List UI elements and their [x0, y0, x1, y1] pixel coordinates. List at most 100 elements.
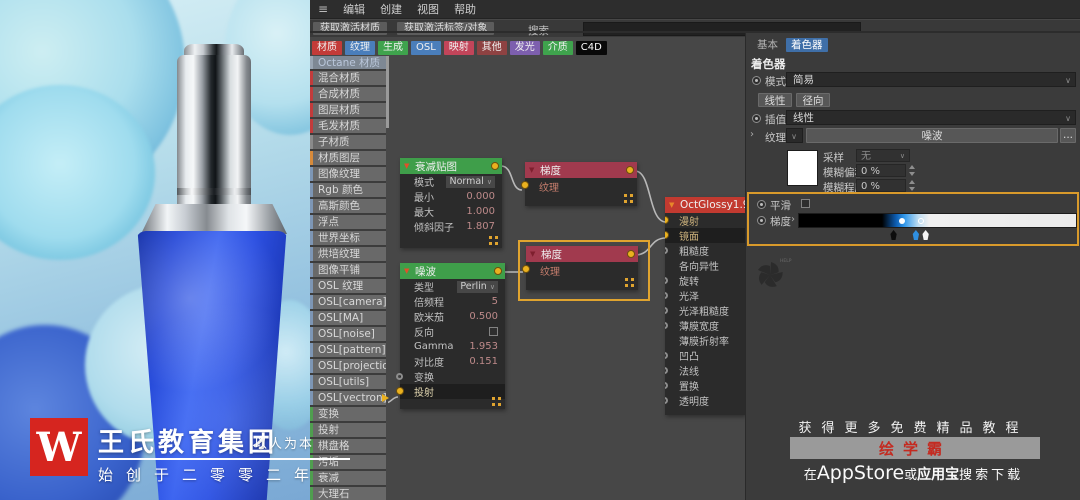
param-value[interactable]: 0.500 — [469, 311, 498, 322]
menu-help[interactable]: 帮助 — [454, 1, 476, 17]
menu-create[interactable]: 创建 — [380, 1, 402, 17]
list-item[interactable]: OSL[noise] — [310, 327, 386, 341]
texture-mini-dropdown[interactable]: ∨ — [786, 128, 803, 143]
smooth-radio[interactable] — [757, 200, 766, 209]
node-gradient-2[interactable]: ▼ 梯度 纹理 — [522, 246, 638, 290]
param-value[interactable]: 0.000 — [466, 191, 495, 202]
list-item[interactable]: OSL[MA] — [310, 311, 386, 325]
list-item[interactable]: 大理石 — [310, 487, 386, 500]
input-port[interactable] — [665, 216, 669, 224]
node-octglossy[interactable]: ▼ OctGlossy1.9 漫射 镜面 粗糙度 各向异性 旋转 光泽 光泽粗糙… — [665, 197, 745, 415]
collapse-triangle-icon[interactable]: ▼ — [530, 250, 535, 258]
list-item[interactable]: OSL 纹理 — [310, 279, 386, 293]
blur-offset-field[interactable]: 0 % — [856, 164, 906, 177]
expand-chevron-icon[interactable]: › — [750, 129, 754, 140]
expand-icon[interactable] — [624, 194, 633, 203]
node-gradient-1[interactable]: ▼ 梯度 纹理 — [521, 162, 637, 206]
mode-radio[interactable] — [752, 76, 761, 85]
collapse-triangle-icon[interactable]: ▼ — [404, 162, 409, 170]
input-port[interactable] — [396, 387, 404, 395]
input-port[interactable] — [665, 231, 669, 239]
list-item[interactable]: 图层材质 — [310, 103, 386, 117]
tab-other[interactable]: 其他 — [476, 41, 507, 55]
invert-checkbox[interactable] — [489, 327, 498, 336]
gradient-chevron-icon[interactable]: › — [791, 214, 795, 225]
list-item[interactable]: 变换 — [310, 407, 386, 421]
smooth-checkbox[interactable] — [801, 199, 810, 208]
menu-view[interactable]: 视图 — [417, 1, 439, 17]
sample-select[interactable]: 无 ∨ — [856, 149, 910, 162]
list-item[interactable]: 图像纹理 — [310, 167, 386, 181]
collapse-triangle-icon[interactable]: ▼ — [404, 267, 409, 275]
input-port[interactable] — [665, 277, 668, 284]
output-port[interactable] — [626, 166, 634, 174]
get-active-material-button[interactable]: 获取激活材质 — [313, 22, 387, 35]
tab-material[interactable]: 材质 — [312, 41, 342, 55]
hamburger-icon[interactable]: ≡ — [318, 2, 328, 16]
output-port[interactable] — [491, 162, 499, 170]
tab-osl[interactable]: OSL — [411, 41, 441, 55]
param-value[interactable]: 1.000 — [466, 206, 495, 217]
get-active-tag-button[interactable]: 获取激活标签/对象 — [397, 22, 495, 35]
list-item[interactable]: 合成材质 — [310, 87, 386, 101]
gradient-ramp[interactable] — [798, 213, 1077, 228]
param-value[interactable]: 5 — [492, 296, 498, 307]
mode-select[interactable]: 简易 ∨ — [786, 72, 1076, 87]
ramp-marker-white[interactable] — [922, 230, 929, 240]
input-port[interactable] — [665, 307, 668, 314]
node-canvas[interactable]: ▼ 衰减贴图 模式 Normal ∨ 最小 0.000 最大 1.000 倾斜因… — [388, 56, 745, 500]
param-value[interactable]: 0.151 — [469, 356, 498, 367]
collapse-triangle-icon[interactable]: ▼ — [669, 201, 674, 209]
ramp-knot[interactable] — [898, 218, 905, 224]
ramp-marker-black[interactable] — [890, 230, 897, 240]
list-item[interactable]: OSL[camera] — [310, 295, 386, 309]
tab-emission[interactable]: 发光 — [509, 41, 540, 55]
ramp-knot[interactable] — [918, 218, 925, 224]
list-item[interactable]: 棋盘格 — [310, 439, 386, 453]
list-item[interactable]: 浮点 — [310, 215, 386, 229]
input-port[interactable] — [522, 265, 530, 273]
tab-basic[interactable]: 基本 — [752, 38, 783, 52]
node-noise-header[interactable]: ▼ 噪波 — [400, 263, 505, 279]
texture-button[interactable]: 噪波 — [806, 128, 1058, 143]
menu-edit[interactable]: 编辑 — [343, 1, 365, 17]
param-value[interactable]: 1.953 — [469, 341, 498, 352]
param-value[interactable]: 1.807 — [466, 221, 495, 232]
expand-icon[interactable] — [492, 397, 501, 406]
tab-medium[interactable]: 介质 — [542, 41, 573, 55]
interp-select[interactable]: 线性 ∨ — [786, 110, 1076, 125]
input-port[interactable] — [665, 367, 668, 374]
node-noise[interactable]: ▼ 噪波 类型 Perlin ∨ 倍频程 5 欧米茄 0.500 反向 Gamm… — [396, 263, 505, 409]
list-item[interactable]: 世界坐标 — [310, 231, 386, 245]
expand-icon[interactable] — [489, 236, 498, 245]
node-gradient1-header[interactable]: ▼ 梯度 — [525, 162, 637, 178]
input-port[interactable] — [665, 352, 668, 359]
blur-amount-stepper[interactable] — [908, 179, 915, 192]
input-port[interactable] — [665, 397, 668, 404]
list-scrollbar[interactable] — [386, 56, 389, 128]
input-port[interactable] — [521, 181, 529, 189]
input-port[interactable] — [665, 292, 668, 299]
list-item[interactable]: 混合材质 — [310, 71, 386, 85]
node-gradient2-header[interactable]: ▼ 梯度 — [526, 246, 638, 262]
list-item[interactable]: 图像平铺 — [310, 263, 386, 277]
mode-dropdown[interactable]: Normal ∨ — [446, 175, 495, 188]
input-port[interactable] — [396, 373, 403, 380]
list-item[interactable]: OSL[pattern] — [310, 343, 386, 357]
collapse-triangle-icon[interactable]: ▼ — [529, 166, 534, 174]
list-item[interactable]: 投射 — [310, 423, 386, 437]
tab-shader[interactable]: 着色器 — [786, 38, 828, 52]
blur-offset-stepper[interactable] — [908, 164, 915, 177]
input-port[interactable] — [665, 322, 668, 329]
ramp-marker-blue[interactable] — [912, 230, 920, 240]
gradient-radio[interactable] — [757, 216, 766, 225]
list-item[interactable]: 烘培纹理 — [310, 247, 386, 261]
texture-preview-swatch[interactable] — [787, 150, 818, 186]
input-port[interactable] — [665, 382, 668, 389]
interp-radio[interactable] — [752, 114, 761, 123]
output-port[interactable] — [494, 267, 502, 275]
type-dropdown[interactable]: Perlin ∨ — [457, 280, 498, 293]
help-pinwheel-icon[interactable]: HELP — [754, 255, 794, 291]
tab-texture[interactable]: 纹理 — [345, 41, 375, 55]
blur-amount-field[interactable]: 0 % — [856, 179, 906, 192]
